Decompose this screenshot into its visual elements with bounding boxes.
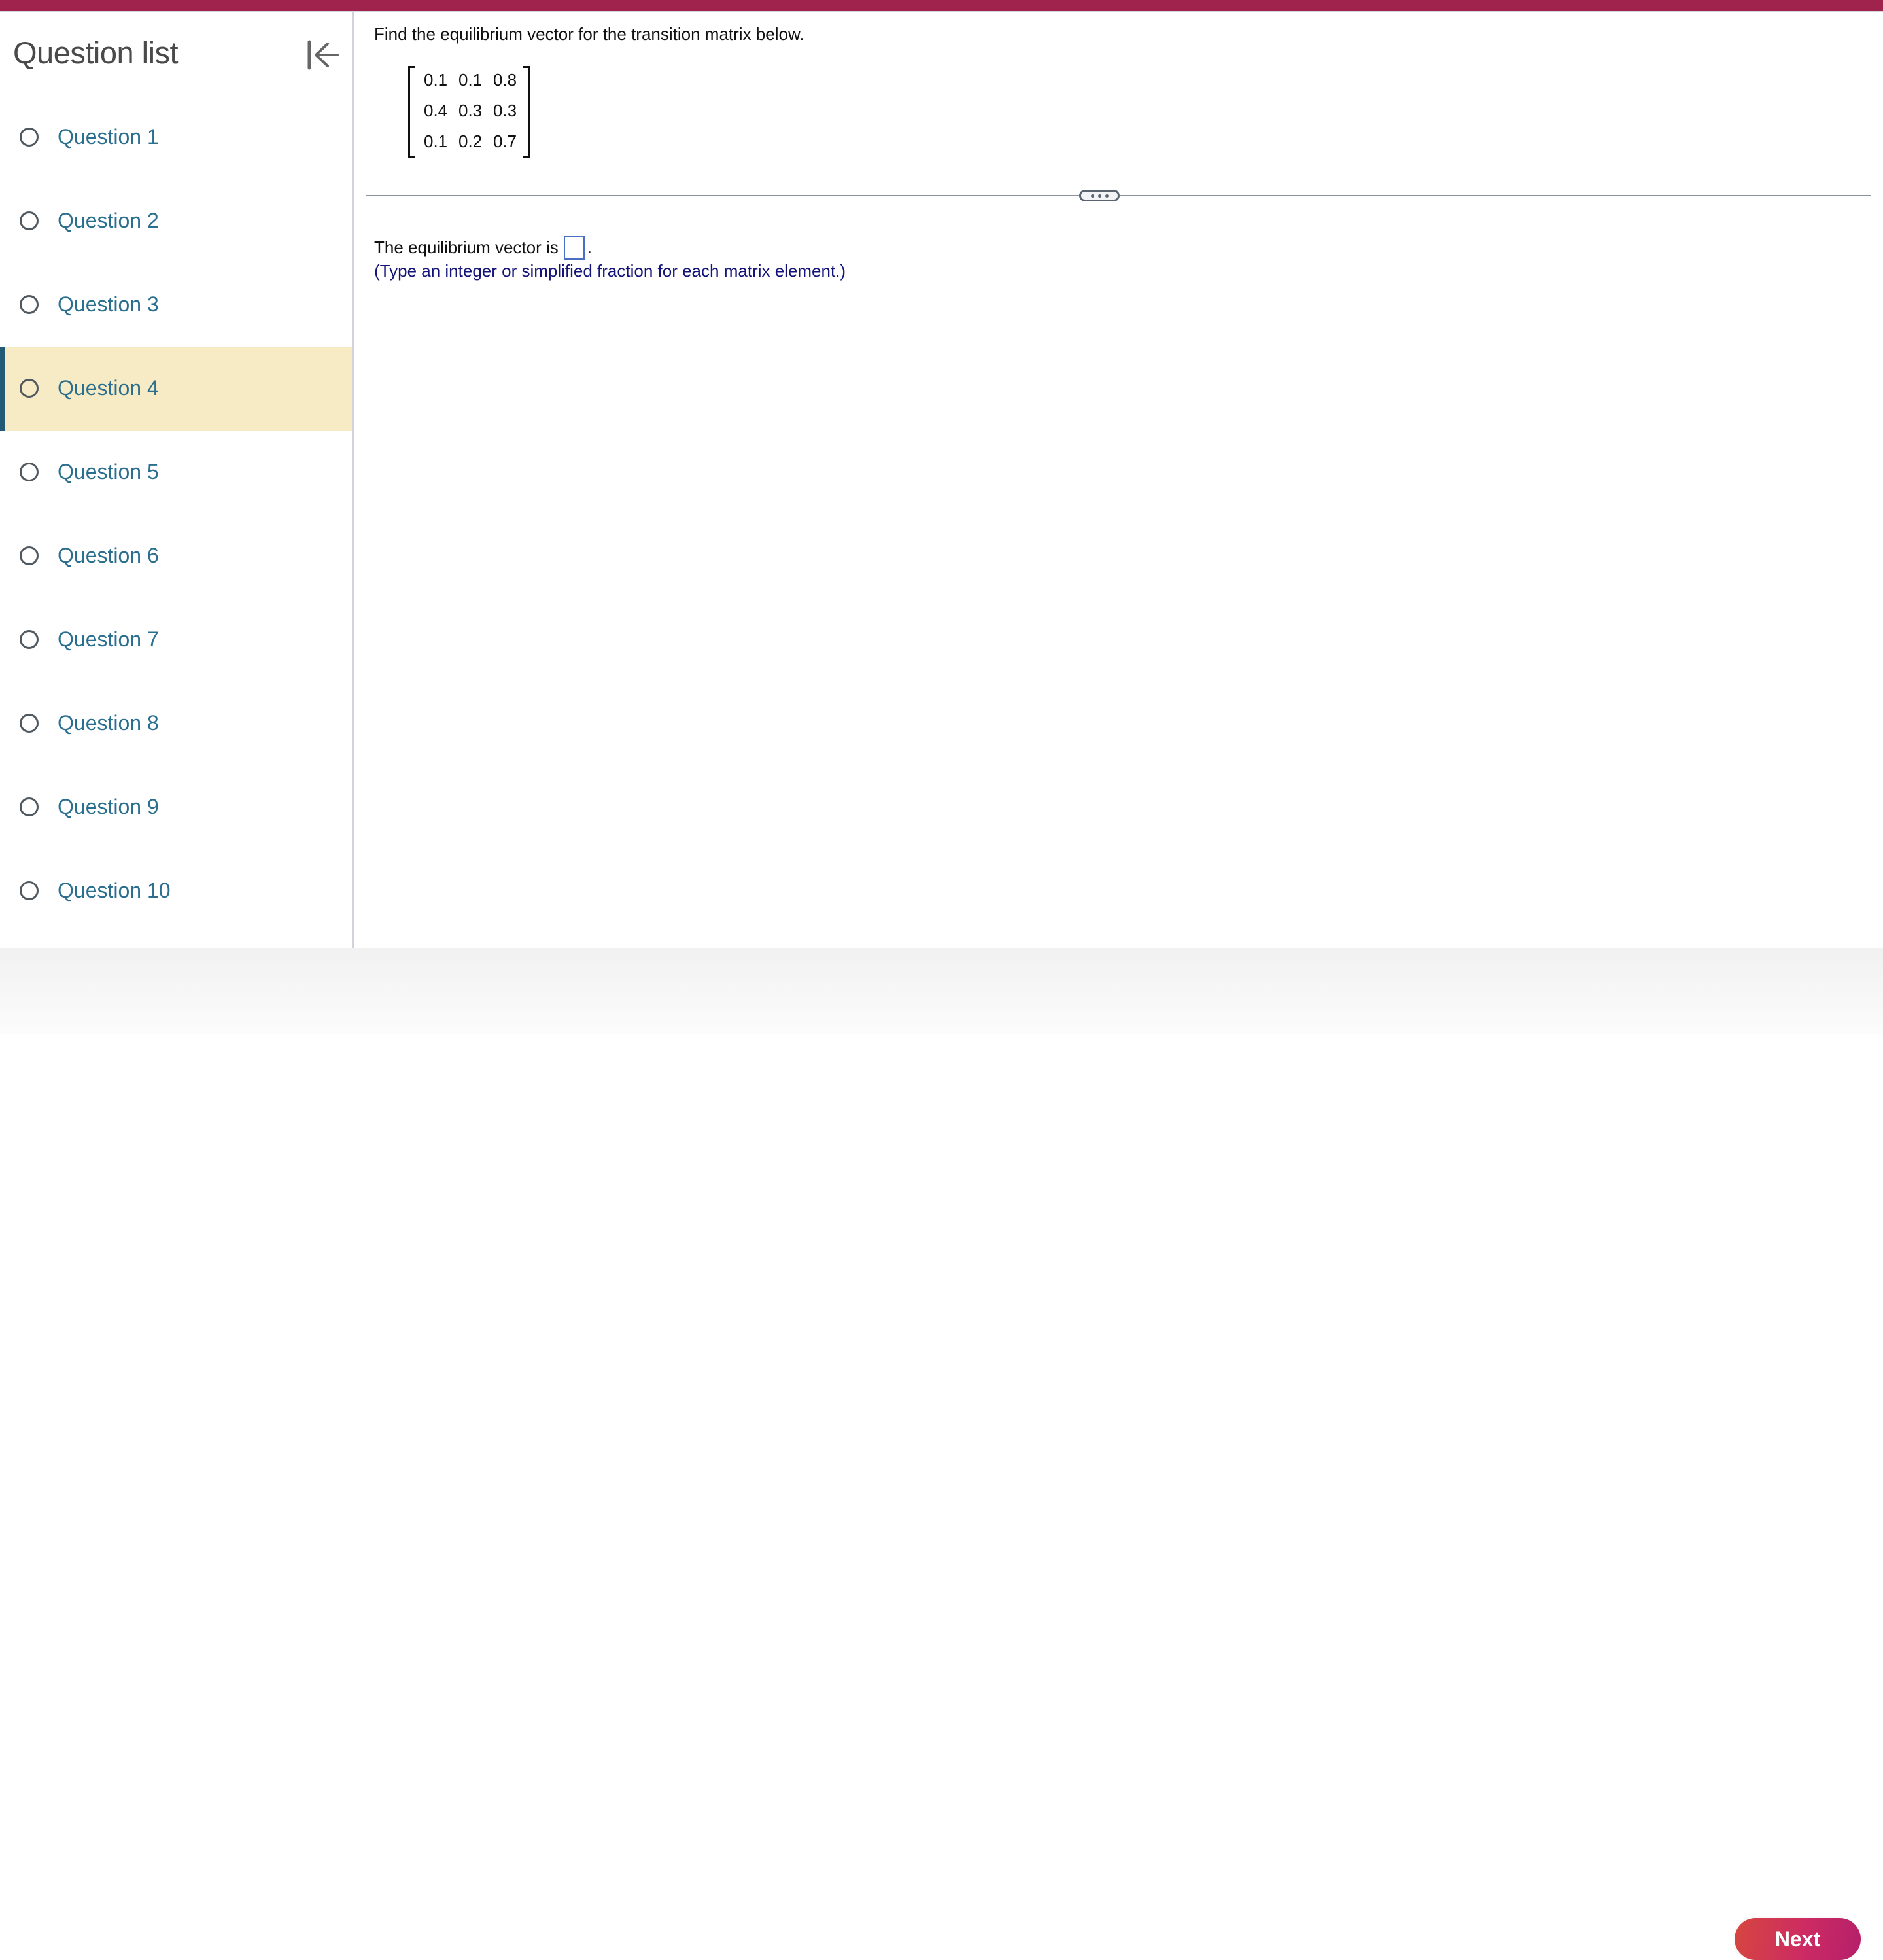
matrix-cell: 0.1 [458, 70, 483, 90]
sidebar-item-question-10[interactable]: Question 10 [0, 850, 352, 934]
matrix-cell: 0.3 [493, 101, 517, 120]
sidebar-item-question-3[interactable]: Question 3 [0, 264, 352, 347]
status-circle-icon [20, 295, 39, 314]
status-circle-icon [20, 211, 39, 230]
answer-hint: (Type an integer or simplified fraction … [374, 261, 846, 281]
expand-more-button[interactable] [1079, 190, 1120, 201]
sidebar-title: Question list [13, 35, 179, 70]
sidebar-item-label: Question 2 [58, 209, 159, 232]
sidebar-item-label: Question 8 [58, 711, 159, 735]
status-circle-icon [20, 630, 39, 649]
collapse-left-icon [307, 40, 339, 70]
matrix-cell: 0.2 [458, 131, 483, 151]
sidebar-item-question-5[interactable]: Question 5 [0, 431, 352, 515]
sidebar-item-question-7[interactable]: Question 7 [0, 599, 352, 682]
ellipsis-icon [1097, 194, 1101, 198]
transition-matrix: 0.1 0.1 0.8 0.4 0.3 0.3 0.1 0.2 0.7 [408, 66, 530, 159]
matrix-left-bracket [408, 66, 415, 158]
status-circle-icon [20, 714, 39, 733]
sidebar-item-label: Question 5 [58, 460, 159, 483]
matrix-cell: 0.1 [424, 70, 448, 90]
matrix-row: 0.1 0.1 0.8 [424, 70, 528, 90]
equilibrium-vector-input[interactable] [563, 236, 585, 260]
answer-suffix: . [587, 237, 593, 257]
status-circle-icon [20, 546, 39, 565]
ellipsis-icon [1105, 194, 1109, 198]
status-circle-icon [20, 881, 39, 900]
sidebar-item-question-8[interactable]: Question 8 [0, 682, 352, 766]
sidebar-item-label: Question 1 [58, 125, 159, 149]
sidebar-item-question-9[interactable]: Question 9 [0, 766, 352, 850]
matrix-cell: 0.4 [424, 101, 448, 120]
question-list-sidebar: Question list Question 1 Question 2 Questi… [0, 12, 354, 948]
sidebar-item-label: Question 10 [58, 879, 171, 902]
answer-line: The equilibrium vector is . [374, 236, 592, 260]
status-circle-icon [20, 463, 39, 481]
footer-bar: Next [0, 948, 1883, 1960]
sidebar-item-label: Question 3 [58, 292, 159, 316]
question-prompt: Find the equilibrium vector for the tran… [374, 24, 804, 44]
sidebar-item-label: Question 9 [58, 795, 159, 818]
sidebar-item-question-6[interactable]: Question 6 [0, 515, 352, 599]
sidebar-item-question-4[interactable]: Question 4 [0, 347, 352, 431]
top-bar [0, 0, 1883, 12]
matrix-cell: 0.8 [493, 70, 517, 90]
matrix-cell: 0.3 [458, 101, 483, 120]
answer-prefix: The equilibrium vector is [374, 237, 559, 257]
sidebar-item-question-1[interactable]: Question 1 [0, 96, 352, 180]
sidebar-item-label: Question 4 [58, 376, 159, 400]
next-button[interactable]: Next [1735, 1918, 1861, 1960]
status-circle-icon [20, 379, 39, 398]
matrix-cell: 0.1 [424, 131, 448, 151]
matrix-cell: 0.7 [493, 131, 517, 151]
matrix-row: 0.1 0.2 0.7 [424, 131, 528, 152]
sidebar-item-label: Question 6 [58, 544, 159, 567]
matrix-row: 0.4 0.3 0.3 [424, 101, 528, 121]
status-circle-icon [20, 128, 39, 147]
question-panel: Find the equilibrium vector for the tran… [354, 12, 1883, 948]
status-circle-icon [20, 797, 39, 816]
ellipsis-icon [1090, 194, 1094, 198]
collapse-sidebar-button[interactable] [305, 39, 341, 71]
sidebar-item-question-2[interactable]: Question 2 [0, 180, 352, 264]
sidebar-item-label: Question 7 [58, 627, 159, 651]
